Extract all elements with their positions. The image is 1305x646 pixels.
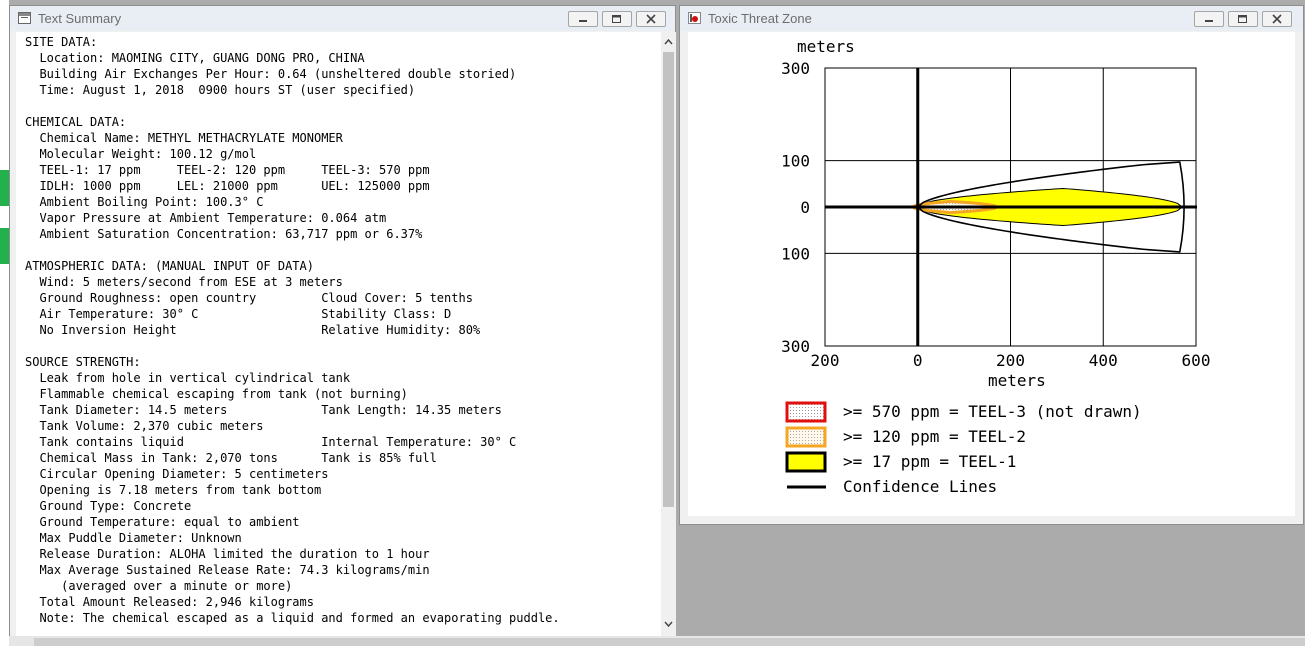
close-icon: [1272, 14, 1282, 24]
background-app-highlight: [0, 228, 9, 264]
horizontal-scrollbar-thumb[interactable]: [34, 638, 1305, 646]
legend-swatch-teel-3: [785, 401, 827, 423]
background-app-strip: [0, 0, 9, 646]
background-app-highlight: [0, 170, 9, 206]
legend-label-confidence: Confidence Lines: [843, 477, 997, 496]
scroll-down-arrow-icon[interactable]: [661, 616, 676, 632]
threat-zone-plot-area: meters meters 300 100 0 100 300 200 0 200 400 60…: [688, 32, 1295, 516]
horizontal-scrollbar[interactable]: [9, 636, 1305, 646]
text-summary-window[interactable]: Text Summary SITE DATA: Location: MAOMIN…: [9, 5, 676, 641]
restore-icon: [1238, 15, 1247, 23]
legend-swatch-teel-1: [785, 451, 827, 473]
window-title: Text Summary: [38, 11, 122, 26]
y-tick-label: 300: [781, 59, 810, 78]
scroll-up-arrow-icon[interactable]: [661, 34, 676, 50]
legend-label-teel-3: >= 570 ppm = TEEL-3 (not drawn): [843, 402, 1142, 421]
close-button[interactable]: [636, 11, 666, 27]
restore-icon: [612, 15, 621, 23]
toxic-threat-zone-window[interactable]: Toxic Threat Zone meters meters 300 100 …: [679, 5, 1304, 525]
summary-text: SITE DATA: Location: MAOMING CITY, GUANG…: [25, 35, 560, 625]
minimize-button[interactable]: [568, 11, 598, 27]
legend-label-teel-1: >= 17 ppm = TEEL-1: [843, 452, 1016, 471]
legend-swatch-teel-2: [785, 426, 827, 448]
threat-zone-chart: meters meters 300 100 0 100 300 200 0 200 400 60…: [781, 37, 1211, 496]
y-tick-label: 300: [781, 337, 810, 356]
x-tick-label: 200: [811, 351, 840, 370]
y-tick-label: 100: [781, 152, 810, 171]
y-tick-label: 100: [781, 244, 810, 263]
text-summary-titlebar[interactable]: Text Summary: [10, 6, 675, 31]
y-tick-label: 0: [800, 198, 810, 217]
maximize-button[interactable]: [602, 11, 632, 27]
window-title: Toxic Threat Zone: [708, 11, 812, 26]
legend: >= 570 ppm = TEEL-3 (not drawn) >= 120 p…: [785, 401, 1142, 496]
maximize-button[interactable]: [1228, 11, 1258, 27]
x-tick-label: 600: [1182, 351, 1211, 370]
threat-zone-app-icon: [688, 12, 701, 24]
text-summary-content[interactable]: SITE DATA: Location: MAOMING CITY, GUANG…: [16, 32, 661, 636]
vertical-scrollbar[interactable]: [661, 32, 676, 636]
x-tick-label: 200: [996, 351, 1025, 370]
y-axis-unit-label: meters: [797, 37, 855, 56]
minimize-icon: [579, 20, 587, 22]
minimize-icon: [1205, 20, 1213, 22]
legend-label-teel-2: >= 120 ppm = TEEL-2: [843, 427, 1026, 446]
x-tick-label: 400: [1089, 351, 1118, 370]
minimize-button[interactable]: [1194, 11, 1224, 27]
close-icon: [646, 14, 656, 24]
x-tick-label: 0: [913, 351, 923, 370]
close-button[interactable]: [1262, 11, 1292, 27]
threat-zone-titlebar[interactable]: Toxic Threat Zone: [680, 6, 1303, 31]
x-axis-unit-label: meters: [988, 371, 1046, 390]
scrollbar-thumb[interactable]: [663, 52, 674, 507]
window-app-icon: [18, 12, 31, 24]
